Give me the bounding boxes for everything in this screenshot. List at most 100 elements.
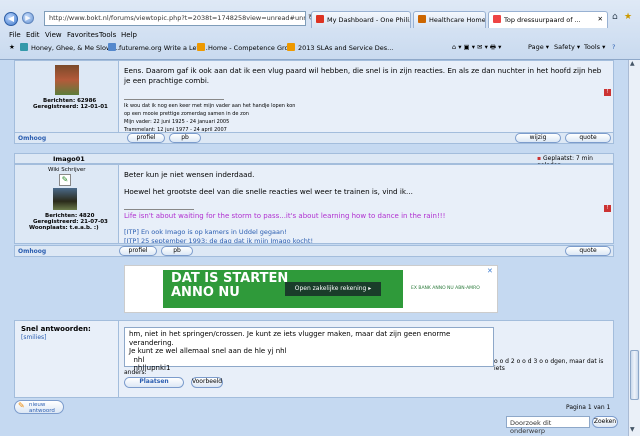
tab-dashboard[interactable]: My Dashboard - One Phili... xyxy=(311,11,411,28)
location: Woonplaats: t.e.a.b. :) xyxy=(29,225,99,231)
plaatsen-button[interactable]: Plaatsen xyxy=(124,377,184,388)
avatar xyxy=(53,188,77,210)
button-label: profiel xyxy=(136,134,156,141)
tools-menu[interactable]: Tools ▾ xyxy=(584,43,605,51)
new-reply-icon: ✎ xyxy=(18,401,25,410)
menu-favorites[interactable]: Favorites xyxy=(67,31,99,39)
ad-brand: EX BANK ANNO NU ABN·AMRO xyxy=(411,286,480,291)
signature-line: Mijn vader: 22 juni 1925 - 24 januari 20… xyxy=(124,119,230,125)
toolbar-icons[interactable]: ⌂ ▾ ▣ ▾ ✉ ▾ 🖶 ▾ xyxy=(452,43,501,54)
wijzig-button[interactable]: wijzig xyxy=(515,133,561,143)
signature-divider xyxy=(124,209,194,210)
bookmark-label: Home - Competence Gro... xyxy=(208,44,295,52)
quote-button[interactable]: quote xyxy=(565,133,611,143)
address-bar[interactable]: http://www.bokt.nl/forums/viewtopic.php?… xyxy=(44,11,306,26)
reply-line: hm, niet in het springen/crossen. Je kun… xyxy=(129,330,451,347)
menu-help[interactable]: Help xyxy=(121,31,137,39)
page-content: Berichten: 62986 Geregistreerd: 12-01-01… xyxy=(0,60,628,436)
post-1-author: Berichten: 62986 Geregistreerd: 12-01-01 xyxy=(15,61,119,141)
post-line-2: Hoewel het grootste deel van die snelle … xyxy=(124,187,413,196)
ad-headline-line: DAT IS STARTEN xyxy=(171,271,289,286)
reply-textarea[interactable]: hm, niet in het springen/crossen. Je kun… xyxy=(124,327,494,372)
home-icon[interactable]: ⌂ xyxy=(612,12,618,22)
quick-reply-label: Snel antwoorden: xyxy=(21,325,91,333)
button-label: quote xyxy=(579,247,597,254)
bokt-favicon-icon xyxy=(493,15,501,23)
dashboard-favicon-icon xyxy=(316,15,324,23)
advertisement-banner[interactable]: DAT IS STARTEN ANNO NU Open zakelijke re… xyxy=(124,265,498,313)
quote-button[interactable]: quote xyxy=(565,246,611,256)
close-tab-icon[interactable]: ✕ xyxy=(598,15,603,23)
post-2: Wiki Schrijver ✎ Berichten: 4820 Geregis… xyxy=(14,164,614,244)
reply-overflow-text: anders. xyxy=(124,369,147,376)
menu-file[interactable]: File xyxy=(9,31,21,39)
profiel-button[interactable]: profiel xyxy=(127,133,165,143)
ad-cta-button[interactable]: Open zakelijke rekening ▸ xyxy=(285,282,381,296)
new-reply-button[interactable]: ✎ nieuw antwoord xyxy=(14,400,64,414)
bookmark-futureme[interactable]: futureme.org Write a Lett... xyxy=(108,43,208,52)
button-label: wijzig xyxy=(529,134,547,141)
forward-icon[interactable]: ▶ xyxy=(22,12,34,24)
tab-label: Healthcare Home Page xyxy=(429,16,486,24)
quick-reply-sidebar: Snel antwoorden: [smilies] xyxy=(15,321,119,397)
scroll-down-icon[interactable]: ▼ xyxy=(630,426,635,433)
bookmark-slas[interactable]: 2013 SLAs and Service Des... xyxy=(287,43,393,52)
post-line-1: Beter kun je niet wensen inderdaad. xyxy=(124,170,255,179)
bookmark-label: Honey, Ghee, & Me Slow-... xyxy=(31,44,120,52)
tab-label: My Dashboard - One Phili... xyxy=(327,16,411,24)
back-icon[interactable]: ◀ xyxy=(4,12,18,26)
report-icon[interactable]: ! xyxy=(604,89,611,96)
profiel-button[interactable]: profiel xyxy=(119,246,157,256)
signature-itp-2: [ITP] 25 september 1993: de dag dat ik m… xyxy=(124,237,314,243)
healthcare-favicon-icon xyxy=(418,15,426,23)
tab-healthcare[interactable]: Healthcare Home Page xyxy=(413,11,486,28)
voorbeeld-button[interactable]: Voorbeeld xyxy=(191,377,223,388)
help-icon[interactable]: ? xyxy=(612,43,615,51)
vertical-scrollbar[interactable]: ▲ ▼ xyxy=(628,60,640,436)
new-reply-label: nieuw antwoord xyxy=(29,402,55,414)
ad-headline-line: ANNO NU xyxy=(171,285,240,300)
post-2-footer: Omhoog profiel pb quote xyxy=(14,245,614,257)
reply-line: Je kunt ze wel allemaal snel aan de hle … xyxy=(129,347,287,355)
scroll-up-icon[interactable]: ▲ xyxy=(630,60,635,67)
button-label: pb xyxy=(181,134,189,141)
scroll-thumb[interactable] xyxy=(630,350,639,400)
page-menu[interactable]: Page ▾ xyxy=(528,43,549,51)
ad-headline: DAT IS STARTEN ANNO NU xyxy=(171,272,288,300)
ad-close-icon[interactable]: ✕ xyxy=(487,267,493,275)
button-label: profiel xyxy=(128,247,148,254)
button-label: quote xyxy=(579,134,597,141)
menu-edit[interactable]: Edit xyxy=(26,31,40,39)
bookmark-honey[interactable]: Honey, Ghee, & Me Slow-... xyxy=(20,43,120,52)
browser-chrome: ◀ ▶ http://www.bokt.nl/forums/viewtopic.… xyxy=(0,0,640,60)
bookmark-icon xyxy=(108,43,116,51)
pagination: Pagina 1 van 1 xyxy=(566,404,611,411)
author-name[interactable]: Imago01 xyxy=(53,155,85,163)
signature: Ik wou dat ik nog een keer met mijn vade… xyxy=(124,102,295,134)
post-2-author: Wiki Schrijver ✎ Berichten: 4820 Geregis… xyxy=(15,165,119,243)
favorites-bar-star-icon[interactable]: ★ xyxy=(9,43,15,51)
reply-line: nhl|upnki1 xyxy=(129,364,171,372)
omhoog-link[interactable]: Omhoog xyxy=(18,248,46,255)
menu-tools[interactable]: Tools xyxy=(99,31,116,39)
signature-quote: Life isn't about waiting for the storm t… xyxy=(124,212,446,220)
tab-bokt[interactable]: Top dressuurpaard of ... ✕ xyxy=(488,11,608,28)
bookmark-competence[interactable]: Home - Competence Gro... xyxy=(197,43,295,52)
pb-button[interactable]: pb xyxy=(161,246,193,256)
pb-button[interactable]: pb xyxy=(169,133,201,143)
bookmark-icon xyxy=(197,43,205,51)
reply-line: nhl xyxy=(129,355,145,364)
report-icon[interactable]: ! xyxy=(604,205,611,212)
topic-search-input[interactable]: Doorzoek dit onderwerp xyxy=(506,416,590,435)
search-button[interactable]: Zoeken xyxy=(592,416,618,428)
favorites-star-icon[interactable]: ★ xyxy=(624,12,632,22)
user-rank: Wiki Schrijver xyxy=(48,167,86,173)
button-label: pb xyxy=(173,247,181,254)
omhoog-link[interactable]: Omhoog xyxy=(18,135,46,142)
safety-menu[interactable]: Safety ▾ xyxy=(554,43,580,51)
menu-view[interactable]: View xyxy=(45,31,62,39)
avatar xyxy=(55,65,79,95)
signature-divider xyxy=(124,99,224,100)
registered-date: Geregistreerd: 12-01-01 xyxy=(33,104,108,110)
smilies-link[interactable]: [smilies] xyxy=(21,334,46,341)
